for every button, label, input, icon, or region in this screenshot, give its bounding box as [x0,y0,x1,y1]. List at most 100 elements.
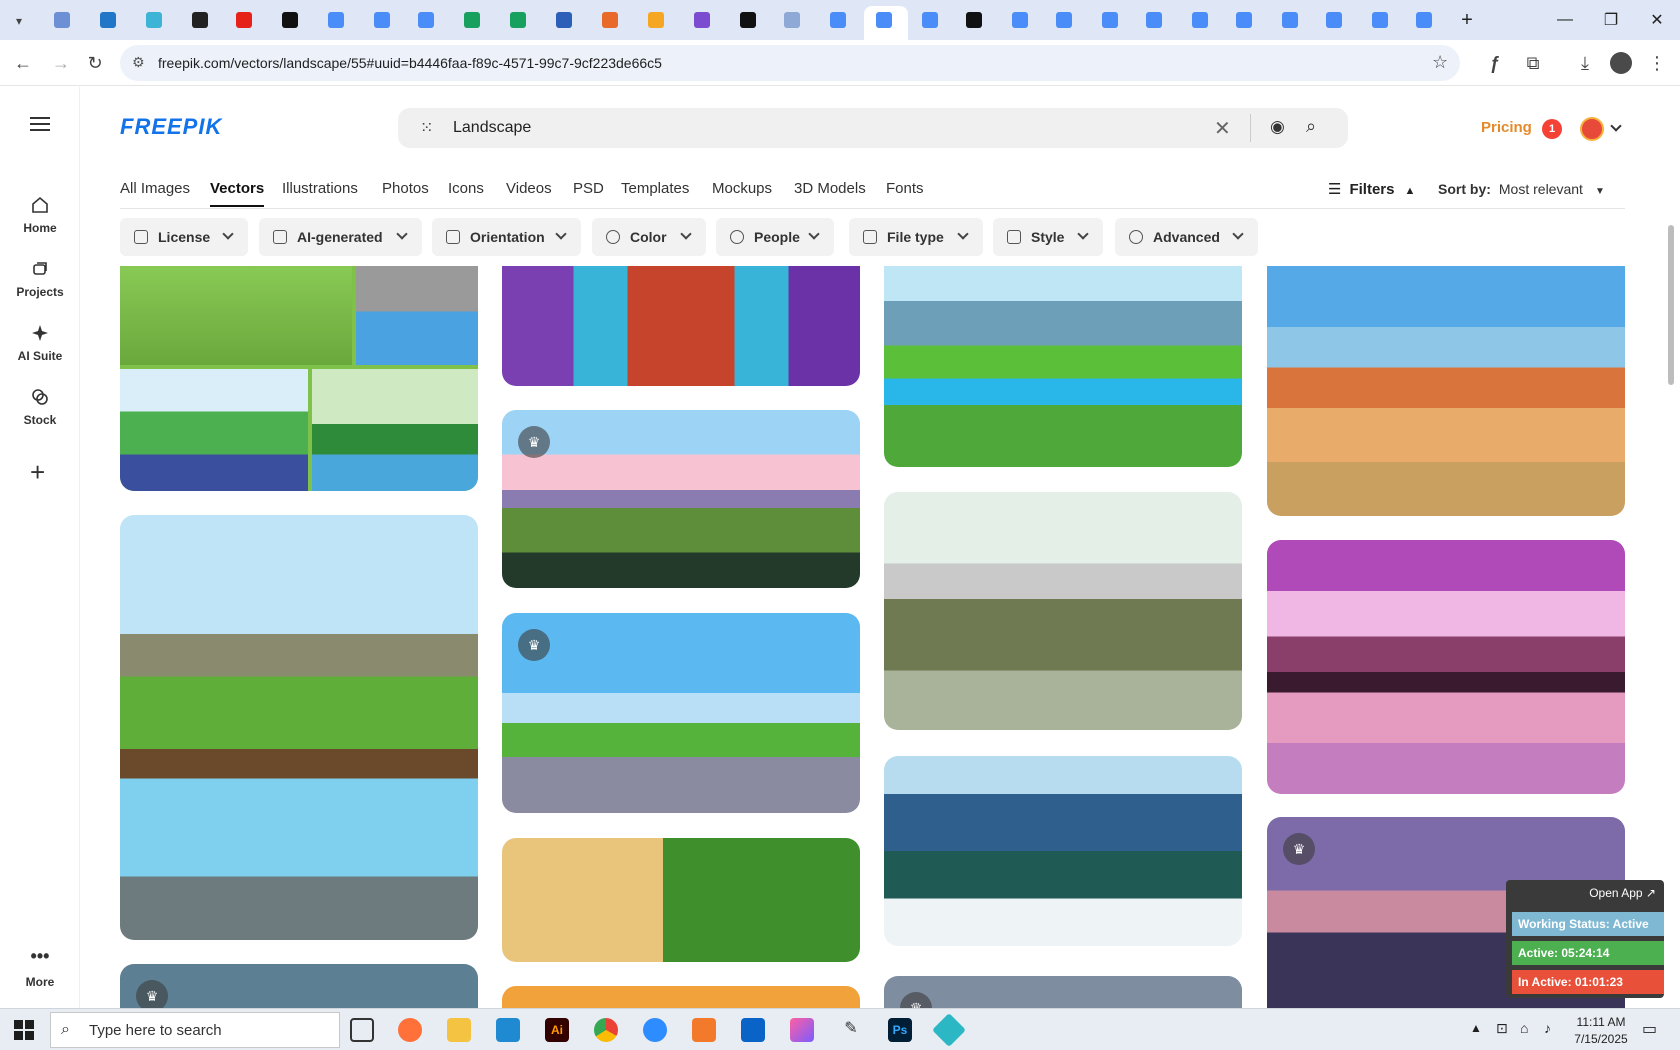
extensions-puzzle-icon[interactable]: ⧉ [1518,48,1548,78]
filter-orientation[interactable]: Orientation [432,218,581,256]
browser-tab[interactable] [1008,8,1032,32]
zoom-icon[interactable] [643,1018,667,1042]
chrome-icon[interactable] [594,1018,618,1042]
result-card-park-collage[interactable] [120,266,478,491]
filter-advanced[interactable]: Advanced [1115,218,1258,256]
filter-license[interactable]: License [120,218,248,256]
close-window-icon[interactable]: ✕ [1634,8,1680,32]
browser-tab[interactable] [96,8,120,32]
bookmark-star-icon[interactable]: ☆ [1432,52,1448,73]
result-card-desert-cactus[interactable] [1267,266,1625,516]
tray-chevron-up-icon[interactable]: ▲ [1470,1021,1482,1035]
result-card-city-park[interactable]: ♛ [502,613,860,813]
filter-people[interactable]: People [716,218,834,256]
result-card-seals-waterfall[interactable] [120,515,478,940]
freepik-logo[interactable]: FREEPIK [120,114,222,140]
browser-tab[interactable] [736,8,760,32]
browser-tab[interactable] [1278,8,1302,32]
browser-tab[interactable] [918,8,942,32]
browser-tab[interactable] [1188,8,1212,32]
sidebar-item-more[interactable]: ••• More [0,947,80,989]
browser-tab[interactable] [278,8,302,32]
tab-psd[interactable]: PSD [573,180,604,197]
sidebar-item-projects[interactable]: Projects [0,259,80,299]
reload-icon[interactable]: ↻ [80,48,110,78]
notification-center-icon[interactable]: ▭ [1642,1019,1657,1039]
browser-tab[interactable] [142,8,166,32]
notification-bell-icon[interactable]: 1 [1542,119,1562,139]
result-card-blue-partial[interactable]: ♛ [120,964,478,1008]
camera-search-icon[interactable]: ◉ [1270,117,1285,137]
tab-videos[interactable]: Videos [506,180,552,197]
firefox-icon[interactable] [398,1018,422,1042]
vscode-icon[interactable] [496,1018,520,1042]
browser-tab[interactable] [1412,8,1436,32]
result-card-camping-tent[interactable] [884,266,1242,467]
pricing-link[interactable]: Pricing [1481,119,1532,136]
browser-tab[interactable] [50,8,74,32]
browser-tab[interactable] [552,8,576,32]
open-app-link[interactable]: Open App ↗ [1589,886,1656,900]
photoshop-icon[interactable]: Ps [888,1018,912,1042]
task-view-icon[interactable] [350,1018,374,1042]
browser-tab[interactable] [232,8,256,32]
tab-vectors[interactable]: Vectors [210,180,265,207]
sidebar-item-ai-suite[interactable]: AI Suite [0,323,80,363]
windows-start-icon[interactable] [14,1020,34,1040]
browser-tab[interactable] [1322,8,1346,32]
result-card-mountain-house[interactable] [884,492,1242,730]
app-teal-icon[interactable] [932,1013,966,1047]
browser-tab[interactable] [460,8,484,32]
browser-tab[interactable] [188,8,212,32]
tab-icons[interactable]: Icons [448,180,484,197]
browser-tab[interactable] [644,8,668,32]
minimize-icon[interactable]: — [1542,8,1588,32]
back-icon[interactable]: ← [8,48,38,78]
tab-templates[interactable]: Templates [621,180,689,197]
browser-tab[interactable] [826,8,850,32]
browser-tab[interactable] [598,8,622,32]
add-icon[interactable]: + [30,457,45,488]
browser-menu-icon[interactable]: ⋮ [1642,48,1672,78]
tray-network-icon[interactable]: ⊡ [1496,1020,1508,1037]
app-orange-icon[interactable] [692,1018,716,1042]
tab-photos[interactable]: Photos [382,180,429,197]
filter-ai-generated[interactable]: AI-generated [259,218,422,256]
app-gradient-icon[interactable] [790,1018,814,1042]
filter-file-type[interactable]: File type [849,218,983,256]
tab-mockups[interactable]: Mockups [712,180,772,197]
account-chevron-down-icon[interactable] [1610,120,1622,132]
extension-icon-1[interactable]: ƒ [1480,48,1510,78]
tab-all-images[interactable]: All Images [120,180,190,197]
browser-tab[interactable] [690,8,714,32]
outlook-icon[interactable] [741,1018,765,1042]
tray-wifi-icon[interactable]: ⌂ [1520,1020,1528,1036]
downloads-icon[interactable]: ⤓ [1570,48,1600,78]
site-info-icon[interactable]: ⚙ [132,54,145,71]
new-tab-button[interactable]: + [1452,8,1482,32]
tab-illustrations[interactable]: Illustrations [282,180,358,197]
tab-3d-models[interactable]: 3D Models [794,180,866,197]
illustrator-icon[interactable]: Ai [545,1018,569,1042]
taskbar-clock[interactable]: 11:11 AM 7/15/2025 [1566,1015,1636,1046]
result-card-ski-cable-car[interactable] [884,756,1242,946]
result-card-meadow-sky[interactable]: ♛ [502,410,860,588]
browser-tab[interactable] [1232,8,1256,32]
address-bar[interactable]: ⚙ freepik.com/vectors/landscape/55#uuid=… [120,45,1460,81]
result-card-pier-tropical[interactable] [502,266,860,386]
result-card-sunset-lake[interactable] [1267,540,1625,794]
browser-tab[interactable] [1098,8,1122,32]
browser-tab[interactable] [414,8,438,32]
search-type-icon[interactable]: ⁙ [420,118,433,138]
tray-volume-icon[interactable]: ♪ [1544,1020,1551,1036]
forward-icon[interactable]: → [46,48,76,78]
browser-tab[interactable] [324,8,348,32]
clear-search-icon[interactable]: ✕ [1214,116,1231,141]
tab-fonts[interactable]: Fonts [886,180,924,197]
file-explorer-icon[interactable] [447,1018,471,1042]
user-avatar[interactable] [1580,117,1604,141]
result-card-desert-oasis[interactable] [502,838,860,962]
filter-style[interactable]: Style [993,218,1103,256]
browser-tab[interactable] [1052,8,1076,32]
page-scrollbar[interactable] [1668,225,1674,385]
